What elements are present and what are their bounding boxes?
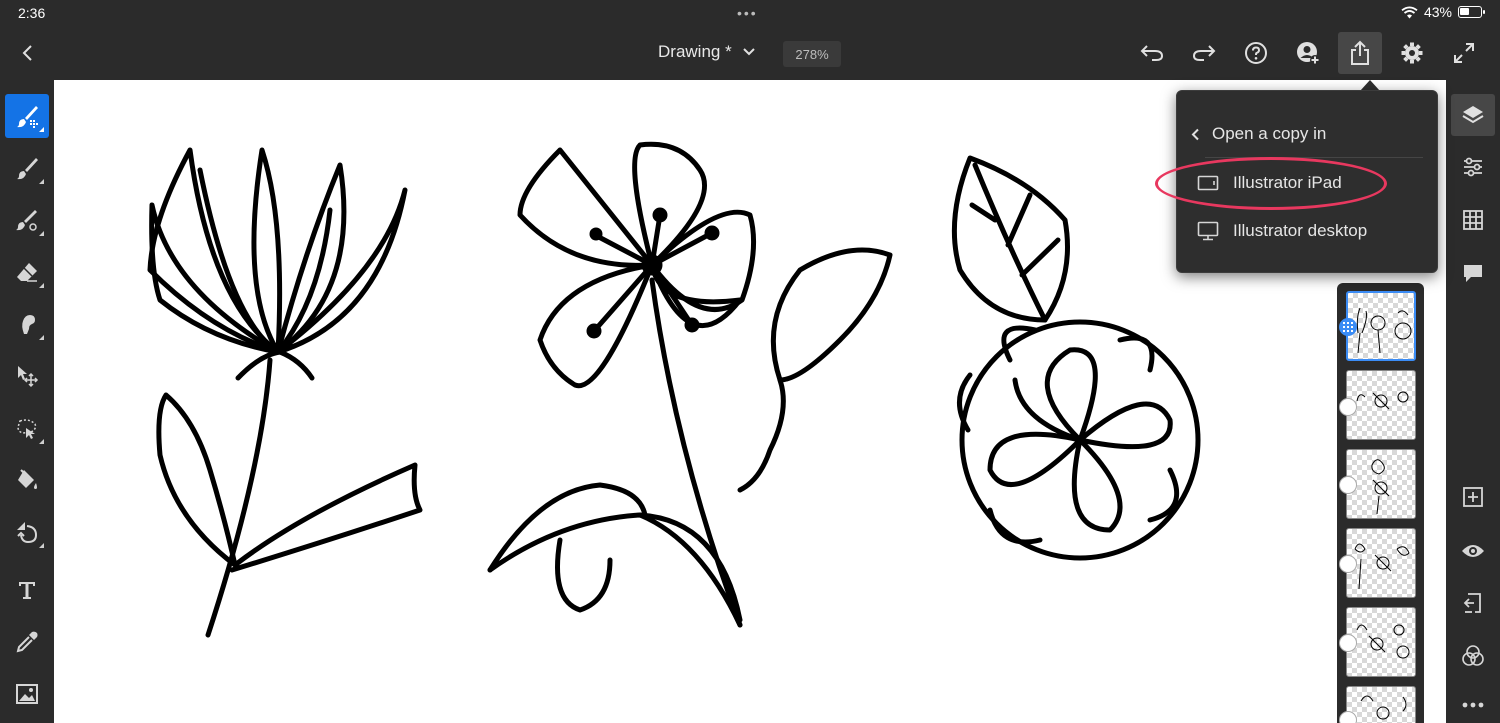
more-button[interactable]	[1451, 684, 1495, 723]
layer-mask-badge[interactable]	[1339, 634, 1357, 652]
undo-icon	[1140, 45, 1164, 61]
visibility-button[interactable]	[1451, 530, 1495, 572]
status-indicators: 43%	[1401, 4, 1485, 20]
sliders-icon	[1464, 157, 1482, 177]
help-icon	[1245, 42, 1267, 64]
comments-button[interactable]	[1451, 252, 1495, 294]
eyedropper-icon	[16, 631, 38, 653]
text-icon	[19, 582, 35, 599]
dahlia-flower-drawing	[951, 155, 1201, 561]
status-bar: 2:36 ••• 43%	[0, 0, 1500, 26]
tool-eyedropper[interactable]	[5, 620, 49, 664]
blend-mode-button[interactable]	[1451, 635, 1495, 677]
import-button[interactable]	[1451, 583, 1495, 625]
layers-icon	[1462, 106, 1484, 124]
status-time: 2:36	[18, 5, 46, 21]
settings-icon	[1401, 42, 1423, 64]
import-icon	[1463, 593, 1481, 613]
left-toolbar	[0, 80, 54, 723]
share-icon	[1351, 40, 1369, 65]
tool-vector-brush[interactable]	[5, 198, 49, 242]
tool-lasso[interactable]	[5, 406, 49, 450]
eye-icon	[1462, 545, 1484, 557]
add-layer-button[interactable]	[1451, 476, 1495, 518]
pixel-brush-icon	[17, 106, 38, 128]
tool-transform[interactable]	[5, 510, 49, 554]
top-actions	[1130, 32, 1486, 74]
layers-button[interactable]	[1451, 94, 1495, 136]
zoom-level[interactable]: 278%	[783, 41, 841, 67]
layer-preview	[1356, 391, 1409, 410]
image-icon	[16, 684, 38, 704]
battery-percent: 43%	[1423, 4, 1452, 20]
tool-brush-active[interactable]	[5, 94, 49, 138]
tool-fill[interactable]	[5, 458, 49, 502]
paint-bucket-icon	[18, 469, 37, 489]
layer-mask-badge[interactable]	[1339, 711, 1357, 723]
layer-properties-button[interactable]	[1451, 146, 1495, 188]
tool-eraser[interactable]	[5, 250, 49, 294]
open-flower-drawing	[487, 141, 893, 628]
settings-button[interactable]	[1390, 32, 1434, 74]
layer-mask-badge[interactable]	[1339, 318, 1357, 336]
tool-move[interactable]	[5, 354, 49, 398]
help-button[interactable]	[1234, 32, 1278, 74]
back-button[interactable]	[14, 38, 42, 68]
tool-place-image[interactable]	[5, 672, 49, 716]
lasso-selection-icon	[17, 419, 37, 439]
monitor-icon	[1197, 221, 1219, 241]
chevron-left-icon	[1191, 128, 1199, 140]
document-title: Drawing *	[658, 42, 732, 61]
top-toolbar: Drawing * 278%	[0, 26, 1500, 80]
grid-button[interactable]	[1451, 199, 1495, 241]
tool-text[interactable]	[5, 568, 49, 612]
layer-mask-badge[interactable]	[1339, 398, 1357, 416]
invite-user-icon	[1297, 42, 1320, 65]
right-toolbar	[1446, 80, 1500, 723]
layer-preview	[1371, 459, 1390, 515]
layer-preview	[1360, 695, 1407, 720]
layers-panel	[1337, 283, 1424, 723]
move-icon	[18, 366, 39, 388]
more-icon	[1462, 702, 1484, 708]
popover-back-header[interactable]: Open a copy in	[1191, 124, 1326, 144]
grid-icon	[1463, 210, 1483, 230]
multitasking-dots[interactable]: •••	[737, 5, 758, 21]
tool-smudge[interactable]	[5, 302, 49, 346]
open-in-illustrator-desktop[interactable]: Illustrator desktop	[1197, 221, 1367, 241]
redo-icon	[1192, 45, 1216, 61]
transform-icon	[17, 522, 38, 544]
tulip-flower-drawing	[147, 147, 423, 638]
comment-icon	[1464, 265, 1482, 282]
popover-title: Open a copy in	[1212, 124, 1327, 143]
pixel-layer-icon	[1343, 322, 1353, 332]
blend-modes-icon	[1462, 645, 1484, 666]
add-layer-icon	[1463, 487, 1483, 507]
redo-button[interactable]	[1182, 32, 1226, 74]
layer-preview	[1356, 624, 1410, 659]
paintbrush-icon	[17, 158, 38, 180]
fullscreen-icon	[1454, 43, 1474, 63]
layer-preview	[1354, 543, 1410, 590]
illustrator-desktop-label: Illustrator desktop	[1233, 221, 1368, 240]
invite-button[interactable]	[1286, 32, 1330, 74]
eraser-icon	[17, 263, 37, 282]
undo-button[interactable]	[1130, 32, 1174, 74]
share-button[interactable]	[1338, 32, 1382, 74]
smudge-icon	[22, 315, 35, 334]
wifi-icon	[1401, 6, 1418, 18]
layer-mask-badge[interactable]	[1339, 555, 1357, 573]
layer-mask-badge[interactable]	[1339, 476, 1357, 494]
layer-preview	[1356, 307, 1412, 354]
highlight-annotation	[1155, 157, 1387, 210]
chevron-down-icon	[742, 48, 755, 56]
battery-icon	[1458, 6, 1485, 18]
tool-paintbrush[interactable]	[5, 146, 49, 190]
fullscreen-button[interactable]	[1442, 32, 1486, 74]
vector-brush-icon	[16, 210, 37, 231]
chevron-left-icon	[22, 45, 32, 61]
document-title-button[interactable]: Drawing *	[658, 42, 756, 62]
